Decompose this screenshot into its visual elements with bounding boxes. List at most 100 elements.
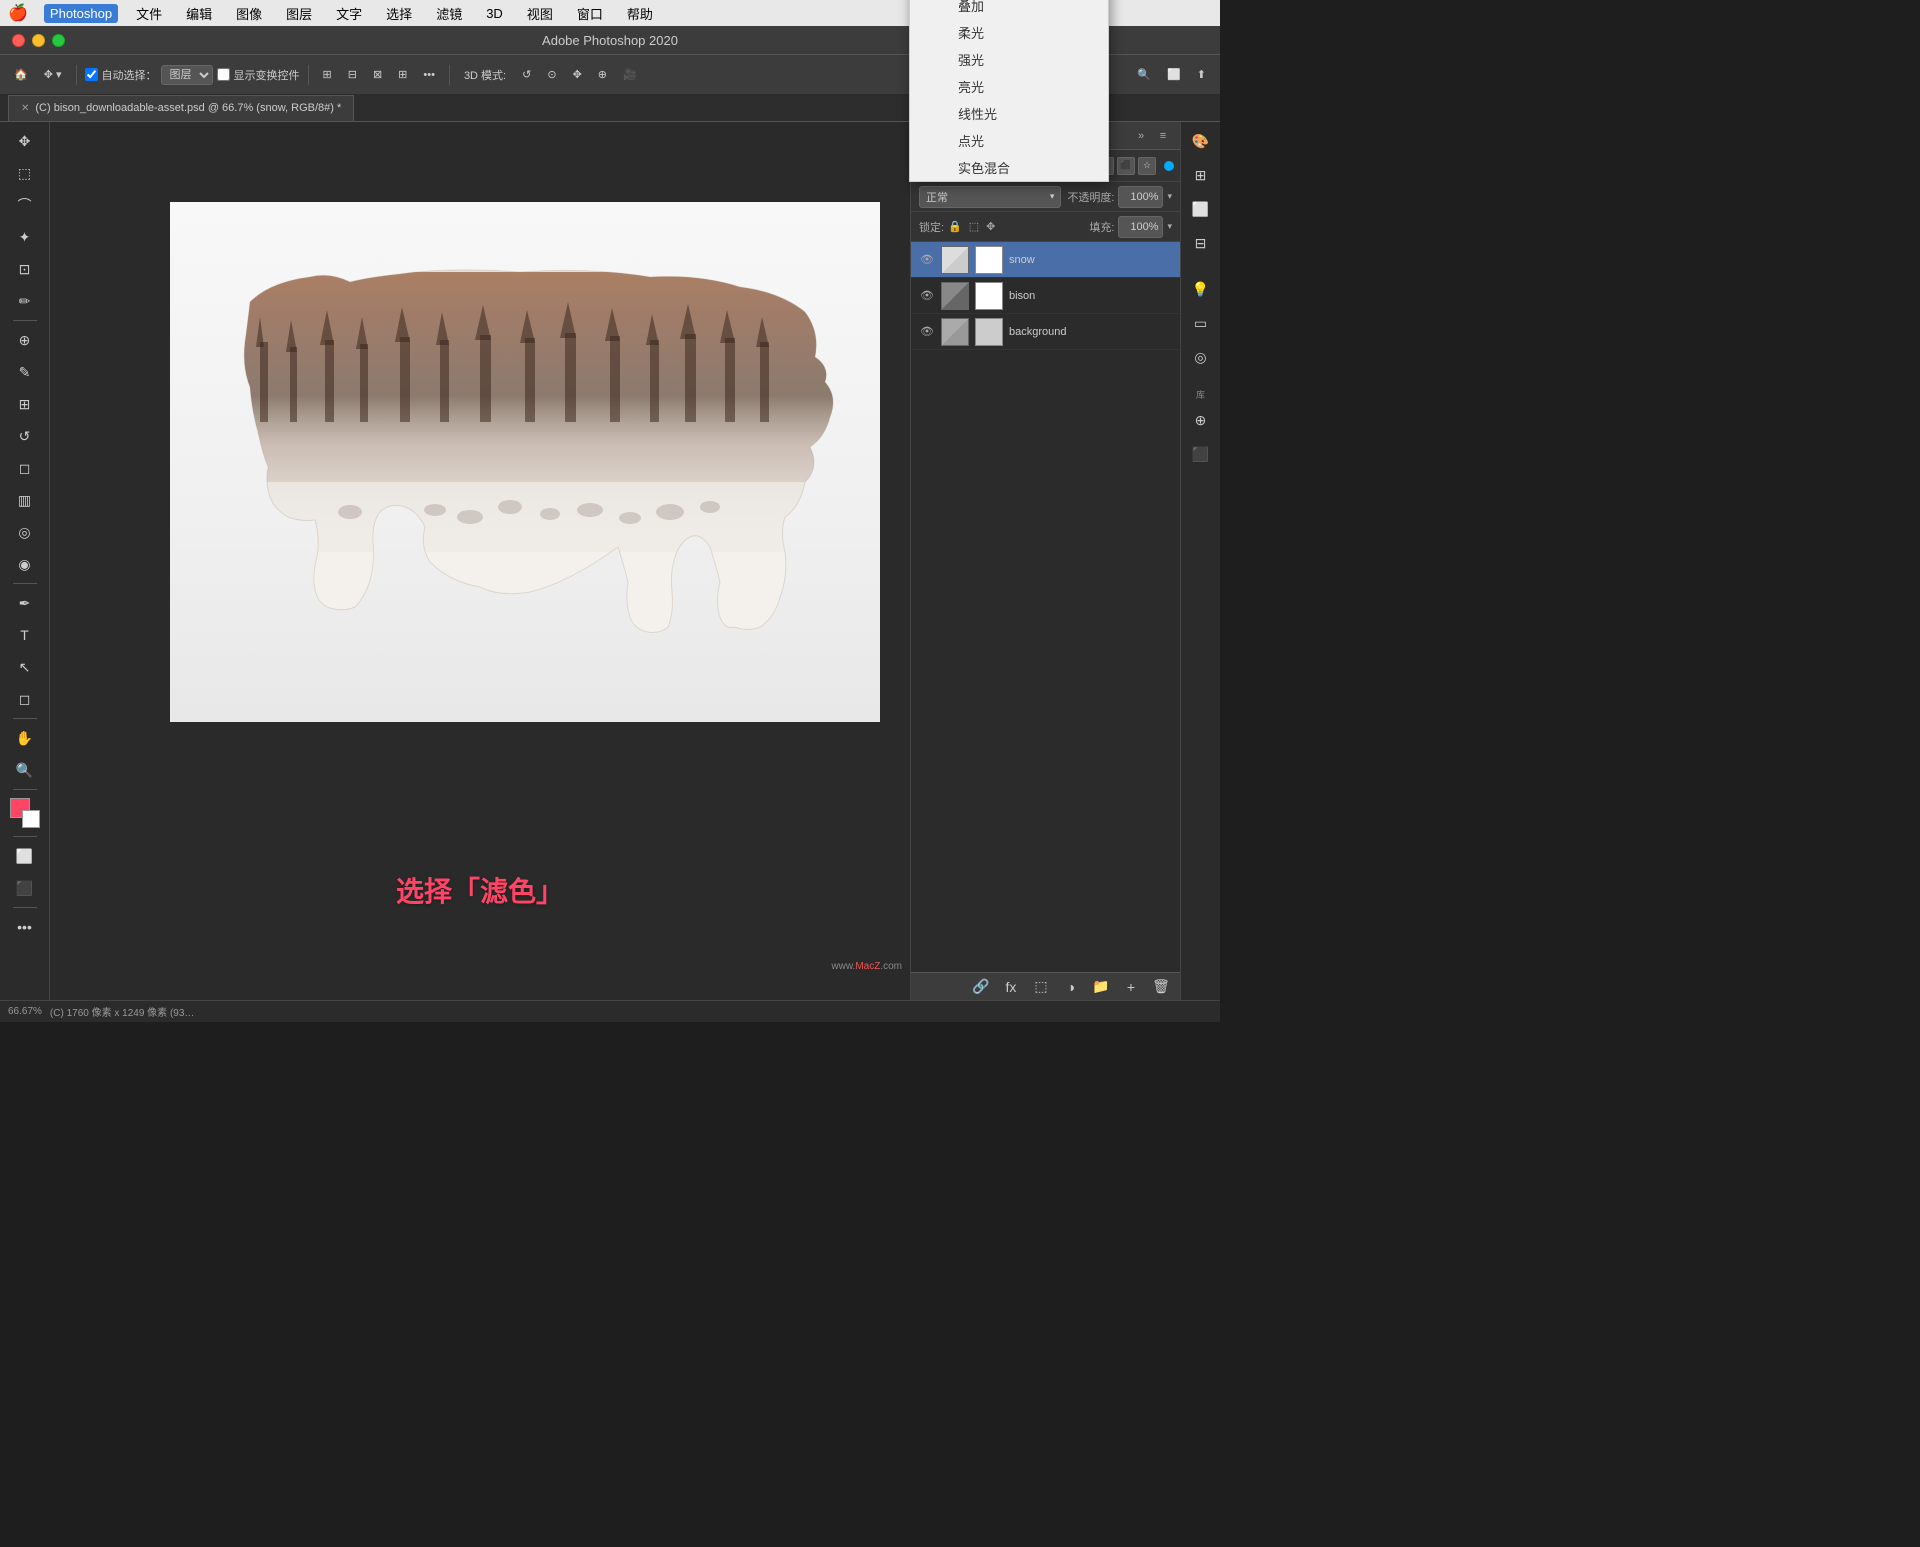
crop-tool[interactable]: ⊡: [10, 254, 40, 284]
blend-item-vivid-light[interactable]: 亮光: [910, 73, 1108, 100]
distribute-btn[interactable]: ⊞: [392, 61, 413, 89]
menu-help[interactable]: 帮助: [621, 2, 659, 25]
blend-mode-popup[interactable]: 正常 溶解 变暗 正片叠底 颜色加深 线性加深 深色 变亮 滤色 颜色减淡 线性…: [909, 0, 1109, 182]
extra-tools-btn[interactable]: •••: [10, 912, 40, 942]
document-tab[interactable]: ✕ (C) bison_downloadable-asset.psd @ 66.…: [8, 95, 354, 121]
add-group-btn[interactable]: 📁: [1090, 976, 1112, 998]
fill-value[interactable]: 100%: [1118, 216, 1163, 238]
show-transform-checkbox[interactable]: [217, 68, 230, 81]
quick-mask-btn[interactable]: ⬜: [10, 841, 40, 871]
move-tool[interactable]: ✥: [10, 126, 40, 156]
minimize-button[interactable]: [32, 34, 45, 47]
zoom-tool[interactable]: 🔍: [10, 755, 40, 785]
3d-orbit-btn[interactable]: ⊙: [541, 61, 562, 89]
tab-close-icon[interactable]: ✕: [21, 103, 29, 114]
align-left-btn[interactable]: ⊞: [317, 61, 338, 89]
panel-light-btn[interactable]: 💡: [1186, 274, 1216, 304]
text-tool[interactable]: T: [10, 620, 40, 650]
align-center-btn[interactable]: ⊟: [342, 61, 363, 89]
lock-position-icon[interactable]: ✥: [986, 220, 995, 233]
home-btn[interactable]: 🏠: [8, 61, 34, 89]
color-swatches[interactable]: [10, 798, 40, 828]
auto-select-dropdown[interactable]: 图层 组: [161, 65, 213, 85]
3d-rotate-btn[interactable]: ↺: [516, 61, 537, 89]
link-layers-btn[interactable]: 🔗: [970, 976, 992, 998]
menu-window[interactable]: 窗口: [571, 2, 609, 25]
brush-tool[interactable]: ✎: [10, 357, 40, 387]
add-style-btn[interactable]: fx: [1000, 976, 1022, 998]
3d-camera-btn[interactable]: 🎥: [617, 61, 643, 89]
more-btn[interactable]: •••: [417, 61, 441, 89]
add-adjustment-btn[interactable]: ◑: [1060, 976, 1082, 998]
hand-tool[interactable]: ✋: [10, 723, 40, 753]
shape-tool[interactable]: ◻: [10, 684, 40, 714]
menu-text[interactable]: 文字: [330, 2, 368, 25]
panel-circle-btn[interactable]: ◎: [1186, 342, 1216, 372]
menu-view[interactable]: 视图: [521, 2, 559, 25]
menu-image[interactable]: 图像: [230, 2, 268, 25]
blend-mode-dropdown[interactable]: 正常 ▾ 正常 溶解 变暗 正片叠底 颜色加深 线性加深 深色 变: [919, 186, 1061, 208]
lasso-tool[interactable]: ⌒: [10, 190, 40, 220]
heal-tool[interactable]: ⊕: [10, 325, 40, 355]
blend-mode-btn[interactable]: 正常 ▾: [919, 186, 1061, 208]
maximize-button[interactable]: [52, 34, 65, 47]
share-btn[interactable]: ⬆: [1191, 61, 1212, 89]
layer-visibility-eye[interactable]: 👁: [919, 252, 935, 268]
blend-item-overlay[interactable]: 叠加: [910, 0, 1108, 19]
menu-edit[interactable]: 编辑: [180, 2, 218, 25]
delete-layer-btn[interactable]: 🗑: [1150, 976, 1172, 998]
menu-3d[interactable]: 3D: [480, 4, 509, 23]
search-btn[interactable]: 🔍: [1131, 61, 1157, 89]
path-select-tool[interactable]: ↖: [10, 652, 40, 682]
background-color[interactable]: [22, 810, 40, 828]
close-button[interactable]: [12, 34, 25, 47]
auto-select-checkbox[interactable]: [85, 68, 98, 81]
lock-pixels-icon[interactable]: ⬚: [969, 220, 979, 233]
add-layer-btn[interactable]: +: [1120, 976, 1142, 998]
panel-layers-btn[interactable]: ⬛: [1186, 439, 1216, 469]
blend-item-linear-light[interactable]: 线性光: [910, 100, 1108, 127]
blend-item-pin-light[interactable]: 点光: [910, 127, 1108, 154]
eraser-tool[interactable]: ◻: [10, 453, 40, 483]
3d-pan-btn[interactable]: ✥: [567, 61, 588, 89]
layer-item-snow[interactable]: 👁 snow: [911, 242, 1180, 278]
layers-expand-btn[interactable]: »: [1132, 127, 1150, 145]
magic-wand-tool[interactable]: ✦: [10, 222, 40, 252]
menu-file[interactable]: 文件: [130, 2, 168, 25]
blend-item-hard-mix[interactable]: 实色混合: [910, 154, 1108, 181]
panel-grid2-btn[interactable]: ⊟: [1186, 228, 1216, 258]
opacity-value[interactable]: 100%: [1118, 186, 1163, 208]
layer-item-bg[interactable]: 👁 background: [911, 314, 1180, 350]
menu-photoshop[interactable]: Photoshop: [44, 4, 118, 23]
panel-rect-btn[interactable]: ▭: [1186, 308, 1216, 338]
history-brush[interactable]: ↺: [10, 421, 40, 451]
panel-grid-btn[interactable]: ⊞: [1186, 160, 1216, 190]
lock-icon[interactable]: 🔒: [948, 220, 962, 233]
panel-node-btn[interactable]: ⊕: [1186, 405, 1216, 435]
layer-item-bison[interactable]: 👁 bison: [911, 278, 1180, 314]
workspace-btn[interactable]: ⬜: [1161, 61, 1187, 89]
add-mask-btn[interactable]: ⬚: [1030, 976, 1052, 998]
menu-select[interactable]: 选择: [380, 2, 418, 25]
align-right-btn[interactable]: ⊠: [367, 61, 388, 89]
gradient-tool[interactable]: ▥: [10, 485, 40, 515]
select-tool[interactable]: ⬚: [10, 158, 40, 188]
filter-smart-icon[interactable]: ☆: [1138, 157, 1156, 175]
dodge-tool[interactable]: ◉: [10, 549, 40, 579]
blend-item-hard-light[interactable]: 强光: [910, 46, 1108, 73]
panel-color-btn[interactable]: 🎨: [1186, 126, 1216, 156]
layer-visibility-eye[interactable]: 👁: [919, 288, 935, 304]
pen-tool[interactable]: ✒: [10, 588, 40, 618]
panel-square-btn[interactable]: ⬜: [1186, 194, 1216, 224]
stamp-tool[interactable]: ⊞: [10, 389, 40, 419]
layer-visibility-eye[interactable]: 👁: [919, 324, 935, 340]
move-tool-btn[interactable]: ✥ ▾: [38, 61, 68, 89]
screen-mode-btn[interactable]: ⬛: [10, 873, 40, 903]
apple-menu[interactable]: 🍎: [8, 3, 28, 23]
eyedropper-tool[interactable]: ✏: [10, 286, 40, 316]
blend-item-soft-light[interactable]: 柔光: [910, 19, 1108, 46]
blur-tool[interactable]: ◎: [10, 517, 40, 547]
3d-walk-btn[interactable]: ⊕: [592, 61, 613, 89]
layers-menu-btn[interactable]: ≡: [1154, 127, 1172, 145]
menu-filter[interactable]: 滤镜: [430, 2, 468, 25]
